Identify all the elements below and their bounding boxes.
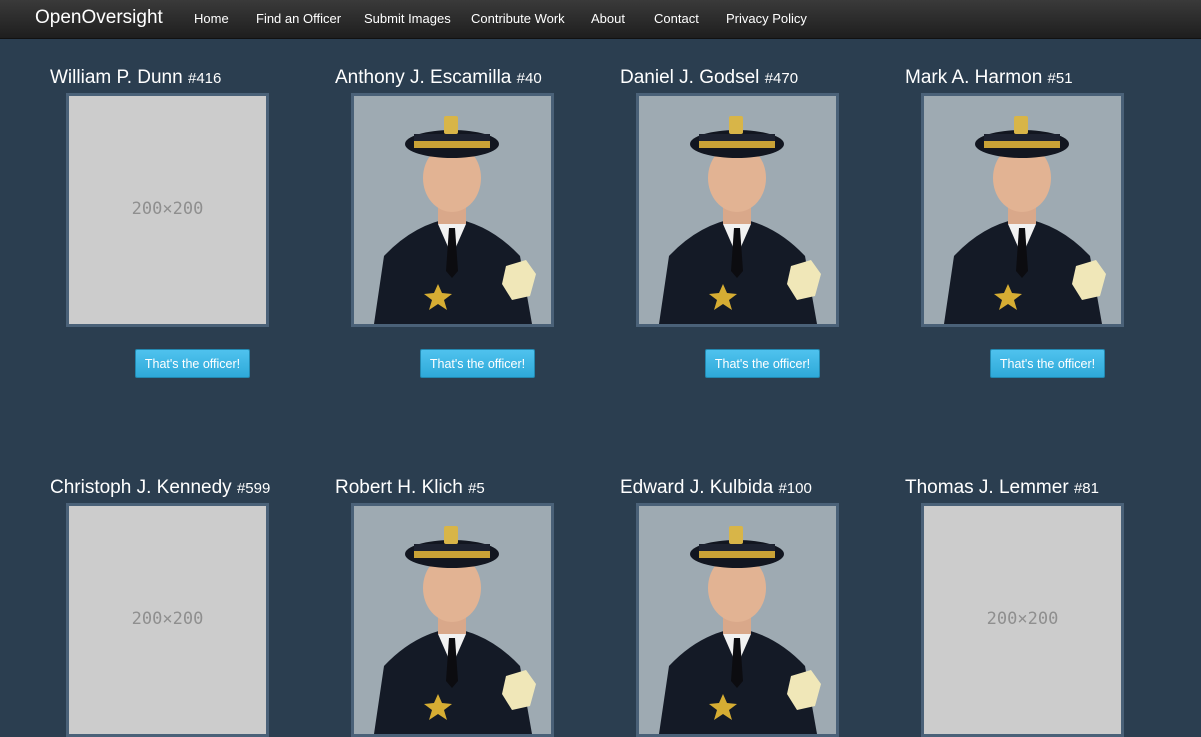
thats-the-officer-button[interactable]: That's the officer! bbox=[705, 349, 820, 378]
nav-contribute-work[interactable]: Contribute Work bbox=[471, 11, 565, 26]
badge-number: #51 bbox=[1047, 70, 1073, 87]
officer-name: Anthony J. Escamilla #40 bbox=[335, 67, 542, 88]
nav-about[interactable]: About bbox=[591, 11, 625, 26]
badge-number: #5 bbox=[468, 480, 485, 497]
nav-home[interactable]: Home bbox=[194, 11, 229, 26]
thats-the-officer-button[interactable]: That's the officer! bbox=[135, 349, 250, 378]
officer-name: Robert H. Klich #5 bbox=[335, 477, 485, 498]
officer-photo bbox=[921, 93, 1124, 327]
officer-photo-placeholder: 200×200 bbox=[66, 503, 269, 737]
placeholder-label: 200×200 bbox=[986, 609, 1059, 629]
officer-name: Edward J. Kulbida #100 bbox=[620, 477, 812, 498]
officer-portrait-image bbox=[354, 506, 551, 734]
officer-name: Christoph J. Kennedy #599 bbox=[50, 477, 271, 498]
thats-the-officer-button[interactable]: That's the officer! bbox=[420, 349, 535, 378]
brand-link[interactable]: OpenOversight bbox=[35, 7, 163, 29]
officer-photo-placeholder: 200×200 bbox=[921, 503, 1124, 737]
officer-name: Mark A. Harmon #51 bbox=[905, 67, 1073, 88]
placeholder-label: 200×200 bbox=[131, 199, 204, 219]
thats-the-officer-button[interactable]: That's the officer! bbox=[990, 349, 1105, 378]
nav-submit-images[interactable]: Submit Images bbox=[364, 11, 451, 26]
badge-number: #470 bbox=[764, 70, 799, 87]
officer-photo bbox=[351, 503, 554, 737]
officer-name: William P. Dunn #416 bbox=[50, 67, 222, 88]
officer-photo bbox=[636, 503, 839, 737]
officer-photo-placeholder: 200×200 bbox=[66, 93, 269, 327]
officer-photo bbox=[636, 93, 839, 327]
badge-number: #100 bbox=[778, 480, 812, 497]
officer-name: Thomas J. Lemmer #81 bbox=[905, 477, 1099, 498]
badge-number: #599 bbox=[236, 480, 271, 497]
officer-portrait-image bbox=[924, 96, 1121, 324]
badge-number: #81 bbox=[1073, 480, 1099, 497]
officer-portrait-image bbox=[639, 506, 836, 734]
placeholder-label: 200×200 bbox=[131, 609, 204, 629]
officer-name: Daniel J. Godsel #470 bbox=[620, 67, 799, 88]
officer-portrait-image bbox=[354, 96, 551, 324]
officer-photo bbox=[351, 93, 554, 327]
officer-portrait-image bbox=[639, 96, 836, 324]
badge-number: #416 bbox=[187, 70, 222, 87]
navbar: OpenOversight Home Find an Officer Submi… bbox=[0, 0, 1201, 39]
nav-privacy-policy[interactable]: Privacy Policy bbox=[726, 11, 807, 26]
nav-contact[interactable]: Contact bbox=[654, 11, 699, 26]
badge-number: #40 bbox=[516, 70, 542, 87]
nav-find-officer[interactable]: Find an Officer bbox=[256, 11, 341, 26]
